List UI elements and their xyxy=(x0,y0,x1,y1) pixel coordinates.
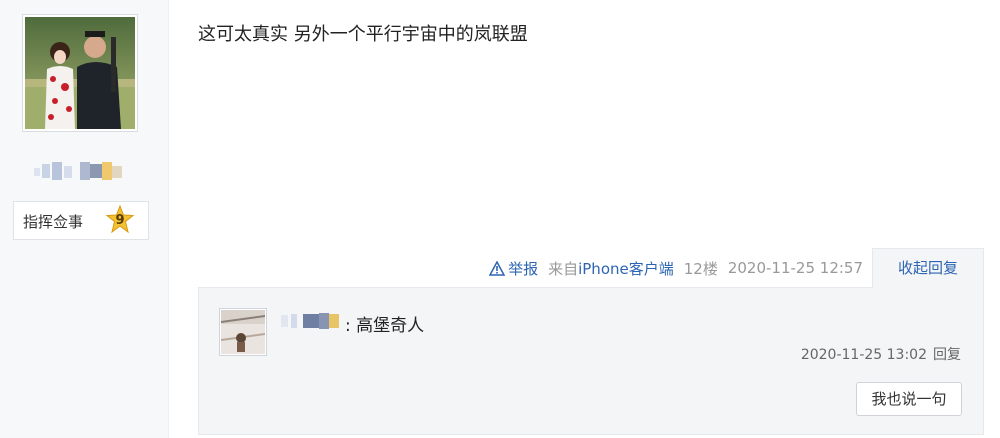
star-badge-icon: 9 xyxy=(105,204,135,235)
author-username-blurred[interactable] xyxy=(34,160,130,184)
reply-text: : 高堡奇人 xyxy=(345,311,424,336)
post-tail: 举报 来自iPhone客户端 12楼 2020-11-25 12:57 xyxy=(489,258,863,278)
client-prefix: 来自 xyxy=(548,259,579,278)
reply-list: : 高堡奇人 2020-11-25 13:02 回复 我也说一句 xyxy=(198,287,984,435)
level-number: 9 xyxy=(115,213,125,228)
tieba-post-page: 指挥佥事 9 这可太真实 另外一个平行宇宙中的岚联盟 举报 来自iPhone客户… xyxy=(0,0,1000,438)
report-label: 举报 xyxy=(508,259,539,278)
level-title: 指挥佥事 xyxy=(23,213,84,231)
warning-triangle-icon xyxy=(489,260,506,276)
reply-username-blurred[interactable] xyxy=(281,312,345,330)
reply-avatar[interactable] xyxy=(219,308,267,356)
add-reply-button[interactable]: 我也说一句 xyxy=(856,382,962,416)
reply-meta: 2020-11-25 13:02 回复 xyxy=(801,344,961,364)
member-level-badge[interactable]: 指挥佥事 9 xyxy=(13,201,149,240)
author-avatar[interactable] xyxy=(22,14,138,132)
reply-user-avatar xyxy=(221,310,265,354)
reply-content: 高堡奇人 xyxy=(356,316,425,336)
reply-timestamp: 2020-11-25 13:02 xyxy=(800,347,927,363)
report-link[interactable]: 举报 xyxy=(489,258,538,279)
client-name-link[interactable]: iPhone客户端 xyxy=(578,260,674,278)
floor-number: 12楼 xyxy=(683,259,718,278)
client-source: 来自iPhone客户端 xyxy=(548,258,674,279)
post-timestamp: 2020-11-25 12:57 xyxy=(727,259,863,277)
avatar-photo xyxy=(25,17,135,129)
reply-button[interactable]: 回复 xyxy=(933,347,961,363)
author-sidebar: 指挥佥事 9 xyxy=(0,0,169,438)
collapse-replies-button[interactable]: 收起回复 xyxy=(872,248,984,288)
reply-separator: : xyxy=(345,316,357,336)
post-content: 这可太真实 另外一个平行宇宙中的岚联盟 xyxy=(198,24,528,45)
